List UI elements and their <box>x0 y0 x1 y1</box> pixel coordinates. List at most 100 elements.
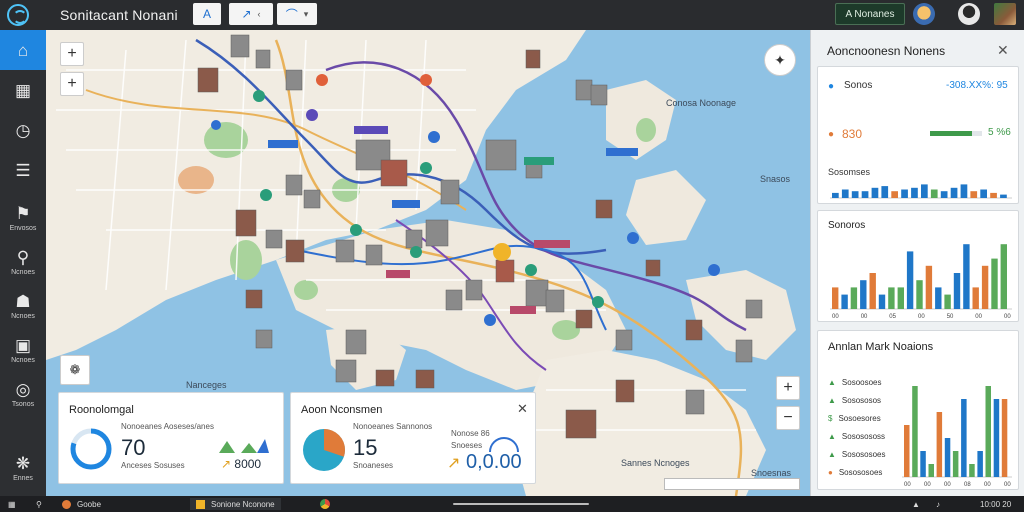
chart-bar <box>980 189 987 198</box>
profile-avatar[interactable] <box>958 3 980 25</box>
map-icon: ⌂ <box>17 40 29 60</box>
chart-bar <box>878 294 886 309</box>
primary-action-button[interactable]: A Nonanes <box>835 3 905 25</box>
close-icon[interactable]: ✕ <box>997 42 1009 59</box>
chart-bar <box>977 451 983 477</box>
metric-label: Sonos <box>844 80 873 91</box>
chart-bar <box>944 438 951 477</box>
legend-label: Sosososoes <box>841 449 886 459</box>
app-window: Sonitacant Nonani A ↗ ‹ ⌒ ▾ A Nonanes ⌂ … <box>0 0 1024 512</box>
chevron-down-icon: ▾ <box>303 8 309 19</box>
mini-bar-chart <box>830 184 1012 199</box>
chart-bar <box>841 294 848 309</box>
sidebar-item-label: Envosos <box>9 224 37 232</box>
flag-icon: ⚑ <box>15 203 31 223</box>
folder-icon <box>196 499 205 509</box>
legend-item: ▲ Sosoosoes <box>828 373 886 391</box>
tool-shape-button[interactable]: ⌒ ▾ <box>277 3 317 25</box>
sidebar-item-buildings[interactable]: ☗ Ncnoes <box>0 286 46 326</box>
chart-bar <box>970 191 978 198</box>
taskbar-app-1[interactable]: Goobe <box>62 498 101 510</box>
fullscreen-button[interactable]: ❁ <box>60 355 90 385</box>
taskbar-label: Goobe <box>77 499 102 509</box>
app-icon <box>62 499 71 509</box>
map-label: Snasos <box>760 174 791 184</box>
trend-value-text: 8000 <box>234 457 262 471</box>
sidebar-item-map[interactable]: ⌂ <box>0 30 46 70</box>
taskbar-browser[interactable] <box>320 498 330 510</box>
chart-bar <box>888 287 895 309</box>
compass-button[interactable]: ✦ <box>764 44 796 76</box>
landmass-south <box>516 350 766 496</box>
chart-bar <box>921 184 928 198</box>
chart-bar <box>952 451 959 477</box>
chart-bar <box>841 189 849 198</box>
chart-bar <box>925 265 933 309</box>
chart-bar <box>912 386 918 477</box>
sidebar-item-flag[interactable]: ⚑ Envosos <box>0 198 46 238</box>
chart-bar <box>953 273 961 309</box>
sidebar-item-pin[interactable]: ⚲ Ncnoes <box>0 242 46 282</box>
chart-bar <box>935 287 942 309</box>
metric-progress-track <box>930 131 982 136</box>
sidebar-item-label: Ncnoes <box>11 268 35 276</box>
sidebar-item-target[interactable]: ◎ Tsonos <box>0 374 46 414</box>
chart-title: Annlan Mark Noaions <box>828 341 934 353</box>
search-icon[interactable]: ⚲ <box>36 498 42 510</box>
trend-up-icon: ↗ <box>447 455 461 472</box>
chart-bar <box>860 280 867 309</box>
chart-bar <box>1000 194 1007 198</box>
sidebar-item-photos[interactable]: ▣ Ncnoes <box>0 330 46 370</box>
card-right-value-text: 0,0.00 <box>465 451 522 473</box>
map-canvas[interactable]: Conosa Noonage Snasos Nanceges Sannes Nc… <box>46 30 810 496</box>
taskbar-app-2[interactable]: Sonione Nconone <box>190 498 281 510</box>
expand-icon: ❁ <box>69 362 81 377</box>
close-icon[interactable]: ✕ <box>517 401 528 417</box>
taskbar: ▦ ⚲ Goobe Sonione Nconone ▲ ♪ 10:00 20 <box>0 496 1024 512</box>
legend-item: ● Sosososoes <box>828 463 886 481</box>
legend-item: ▲ Sososososs <box>828 427 886 445</box>
sidebar-item-list[interactable]: ☰ <box>0 150 46 190</box>
park <box>636 118 656 142</box>
chart-bar <box>869 273 876 309</box>
start-icon[interactable]: ▦ <box>8 498 16 510</box>
chart-bar <box>950 187 958 198</box>
card-right-top: Nonose 86 <box>451 429 490 438</box>
clock-text: 10:00 20 <box>980 499 1012 509</box>
chart-bar <box>904 425 910 477</box>
chart-bar <box>1000 244 1007 309</box>
sidebar-item-history[interactable]: ◷ <box>0 110 46 150</box>
profile-photo[interactable] <box>994 3 1016 25</box>
tool-select-button[interactable]: A <box>193 3 221 25</box>
chart-bar <box>851 191 859 198</box>
sidebar-item-layers[interactable]: ▦ <box>0 70 46 110</box>
tool-route-button[interactable]: ↗ ‹ <box>229 3 273 25</box>
trend-up-icon: ↗ <box>221 457 232 471</box>
target-icon: ◎ <box>15 379 31 399</box>
legend-label: Sosososos <box>841 395 882 405</box>
legend-label: Sosoesores <box>838 413 881 423</box>
legend-item: $ Sosoesores <box>828 409 886 427</box>
zoom-out-map-button[interactable]: − <box>776 406 800 430</box>
taskbar-label: Sonione Nconone <box>211 499 275 509</box>
chart-bar <box>906 251 914 309</box>
card-right-mid: Snoeses <box>451 441 483 450</box>
zoom-in-secondary-button[interactable]: + <box>60 72 84 96</box>
sidebar-item-settings[interactable]: ❋ Ennes <box>0 448 46 488</box>
tool-select-icon: A <box>202 7 211 21</box>
island-east-2 <box>626 170 706 245</box>
zoom-in-button[interactable]: + <box>60 42 84 66</box>
chevron-left-icon: ‹ <box>257 9 261 19</box>
chart-tick-label: 00 <box>904 482 911 487</box>
chart-bar <box>850 287 858 309</box>
chart-tick-label: 08 <box>964 482 971 487</box>
user-avatar[interactable] <box>913 3 935 25</box>
map-label: Snoesnas <box>751 468 792 478</box>
card-title: Roonolomgal <box>69 404 134 416</box>
sidebar-item-label: Ncnoes <box>11 312 35 320</box>
zoom-in-map-button[interactable]: + <box>776 376 800 400</box>
route-icon: ↗ <box>241 7 252 21</box>
chart-bar <box>960 184 968 198</box>
pie-chart <box>303 429 345 471</box>
app-logo-icon[interactable] <box>7 4 29 26</box>
